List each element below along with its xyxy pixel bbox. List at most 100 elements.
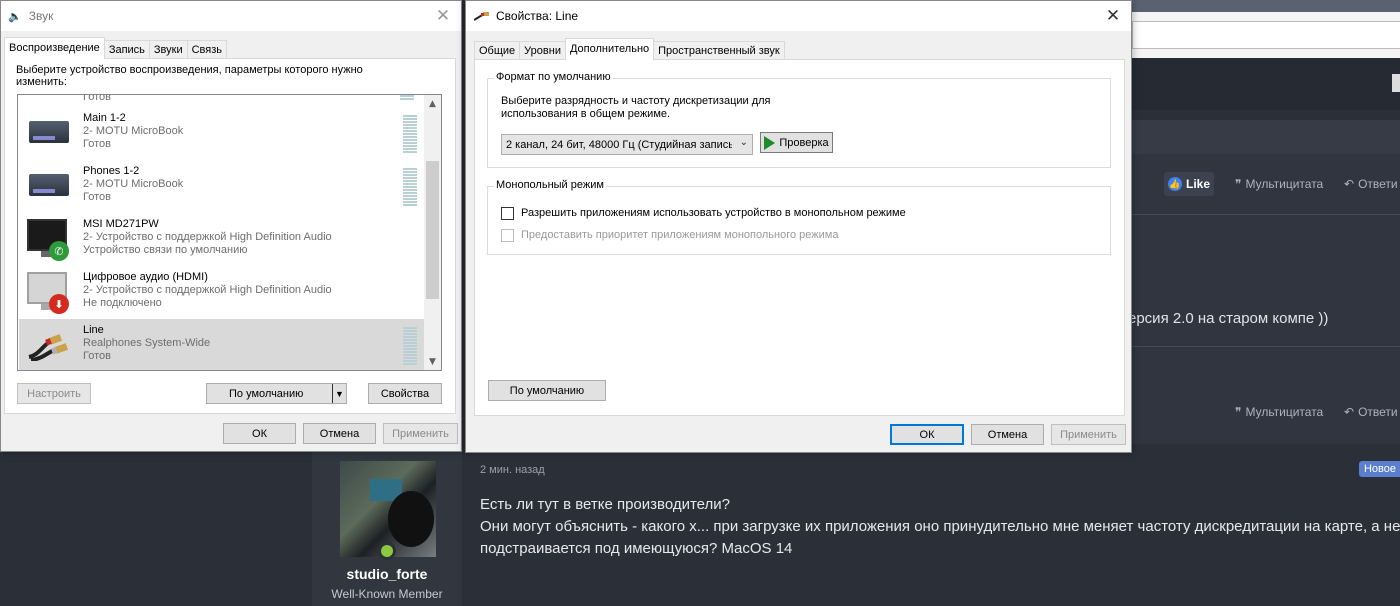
restore-default-button[interactable]: По умолчанию — [488, 380, 606, 401]
forum-subnav — [1132, 120, 1400, 154]
reply-button[interactable]: ↶ Ответи — [1340, 400, 1400, 424]
device-status: Готов — [83, 191, 111, 203]
apply-button[interactable]: Применить — [383, 423, 458, 444]
ok-button[interactable]: ОК — [223, 423, 296, 444]
tab-levels[interactable]: Уровни — [519, 41, 566, 60]
test-button[interactable]: Проверка — [760, 132, 833, 153]
ok-button[interactable]: ОК — [890, 424, 964, 445]
address-bar[interactable] — [1132, 21, 1400, 49]
device-name: Phones 1-2 — [83, 165, 140, 177]
sound-dialog-titlebar[interactable]: 🔈 Звук ✕ — [1, 1, 461, 31]
list-scrollbar[interactable]: ▲ ▼ — [424, 95, 441, 370]
scroll-up-icon[interactable]: ▲ — [424, 95, 441, 112]
multiquote-label: Мультицитата — [1245, 405, 1324, 419]
sound-dialog: 🔈 Звук ✕ Воспроизведение Запись Звуки Св… — [0, 0, 462, 452]
close-icon[interactable]: ✕ — [1101, 4, 1125, 28]
list-item[interactable]: Main 1-2 2- MOTU MicroBook Готов — [19, 107, 425, 160]
chevron-down-icon: ⌄ — [739, 137, 748, 148]
volume-meter — [403, 115, 417, 153]
previous-post-text: ерсия 2.0 на старом компе )) — [1128, 310, 1329, 327]
format-description: Выберите разрядность и частоту дискретиз… — [501, 95, 771, 107]
play-icon — [764, 135, 776, 150]
cancel-button[interactable]: Отмена — [303, 423, 376, 444]
close-icon[interactable]: ✕ — [431, 4, 455, 28]
device-driver: Realphones System-Wide — [83, 337, 211, 349]
device-name: Цифровое аудио (HDMI) — [83, 271, 208, 283]
rca-cable-icon — [473, 11, 490, 21]
scroll-down-icon[interactable]: ▼ — [424, 353, 441, 370]
list-item-selected[interactable]: Line Realphones System-Wide Готов — [19, 319, 425, 370]
device-status: Устройство связи по умолчанию — [83, 244, 248, 256]
properties-tabs: Общие Уровни Дополнительно Пространствен… — [474, 38, 785, 60]
dropdown-arrow-icon[interactable]: ▼ — [332, 384, 346, 403]
volume-meter — [400, 95, 414, 101]
rca-cable-icon — [25, 325, 71, 367]
like-button[interactable]: 👍 Like — [1164, 172, 1215, 196]
device-name: Main 1-2 — [83, 112, 126, 124]
allow-exclusive-label[interactable]: Разрешить приложениям использовать устро… — [521, 207, 906, 219]
tab-playback[interactable]: Воспроизведение — [4, 37, 105, 59]
test-label: Проверка — [779, 136, 829, 149]
tab-recording[interactable]: Запись — [103, 40, 150, 59]
post-line: Есть ли тут в ветке производители? — [480, 496, 730, 513]
audio-interface-icon — [25, 166, 71, 208]
tab-general[interactable]: Общие — [474, 41, 521, 60]
exclusive-mode-group: Монопольный режим Разрешить приложениям … — [487, 179, 1111, 255]
monitor-disconnected-icon: ⬇ — [25, 272, 71, 314]
reply-label: Ответи — [1358, 405, 1398, 419]
device-status: Готов — [83, 138, 111, 150]
volume-meter — [403, 168, 417, 206]
online-status-icon — [378, 542, 396, 560]
speaker-icon: 🔈 — [8, 9, 22, 23]
apply-button[interactable]: Применить — [1051, 424, 1126, 445]
scroll-thumb[interactable] — [426, 161, 439, 299]
browser-tab-strip — [1132, 0, 1400, 12]
post-timestamp[interactable]: 2 мин. назад — [480, 464, 545, 476]
exclusive-mode-title: Монопольный режим — [494, 179, 606, 191]
device-status: Готов — [83, 350, 111, 362]
set-default-button[interactable]: По умолчанию ▼ — [206, 383, 347, 404]
format-description: использования в общем режиме. — [501, 108, 671, 120]
list-item[interactable]: ✆ MSI MD271PW 2- Устройство с поддержкой… — [19, 213, 425, 266]
properties-button[interactable]: Свойства — [368, 383, 442, 404]
allow-exclusive-checkbox[interactable] — [501, 207, 514, 220]
tab-advanced[interactable]: Дополнительно — [564, 38, 655, 60]
reply-button[interactable]: ↶ Ответи — [1340, 172, 1400, 196]
forum-navbar — [1132, 58, 1400, 110]
multiquote-label: Мультицитата — [1245, 177, 1324, 191]
device-driver: 2- MOTU MicroBook — [83, 125, 184, 137]
post-user-column: studio_forte Well-Known Member — [312, 452, 462, 606]
multiquote-button[interactable]: ❞ Мультицитата — [1231, 400, 1327, 424]
cancel-button[interactable]: Отмена — [971, 424, 1044, 445]
priority-exclusive-checkbox[interactable] — [501, 229, 514, 242]
reply-icon: ↶ — [1344, 177, 1355, 191]
multiquote-button[interactable]: ❞ Мультицитата — [1231, 172, 1327, 196]
quote-icon: ❞ — [1235, 405, 1242, 419]
device-name: MSI MD271PW — [83, 218, 159, 230]
volume-meter — [403, 327, 417, 365]
quote-icon: ❞ — [1235, 177, 1242, 191]
tab-communications[interactable]: Связь — [186, 40, 228, 59]
list-item[interactable]: Phones 1-2 2- MOTU MicroBook Готов — [19, 160, 425, 213]
device-driver: 2- Устройство с поддержкой High Definiti… — [83, 284, 332, 296]
properties-dialog-title: Свойства: Line — [496, 9, 579, 23]
username[interactable]: studio_forte — [312, 566, 462, 582]
format-select[interactable]: 2 канал, 24 бит, 48000 Гц (Студийная зап… — [501, 134, 753, 155]
tab-sounds[interactable]: Звуки — [148, 40, 188, 59]
instruction-text: Выберите устройство воспроизведения, пар… — [16, 64, 363, 88]
priority-exclusive-label[interactable]: Предоставить приоритет приложениям моноп… — [521, 229, 838, 241]
list-item[interactable]: ⬇ Цифровое аудио (HDMI) 2- Устройство с … — [19, 266, 425, 319]
default-format-group: Формат по умолчанию Выберите разрядность… — [487, 71, 1111, 168]
reply-icon: ↶ — [1344, 405, 1355, 419]
partial-device-status: Готов — [83, 94, 111, 103]
nav-icon[interactable] — [1392, 74, 1400, 92]
post-body: Есть ли тут в ветке производители? Они м… — [480, 494, 1400, 560]
properties-dialog-titlebar[interactable]: Свойства: Line ✕ — [466, 1, 1131, 31]
audio-interface-icon — [25, 113, 71, 155]
device-list[interactable]: Готов Main 1-2 2- MOTU MicroBook Готов P… — [17, 94, 442, 371]
tab-spatial-sound[interactable]: Пространственный звук — [653, 41, 785, 60]
set-default-label: По умолчанию — [229, 387, 304, 400]
forum-post: studio_forte Well-Known Member 2 мин. на… — [312, 452, 1400, 606]
device-driver: 2- MOTU MicroBook — [83, 178, 184, 190]
configure-button[interactable]: Настроить — [17, 383, 91, 404]
